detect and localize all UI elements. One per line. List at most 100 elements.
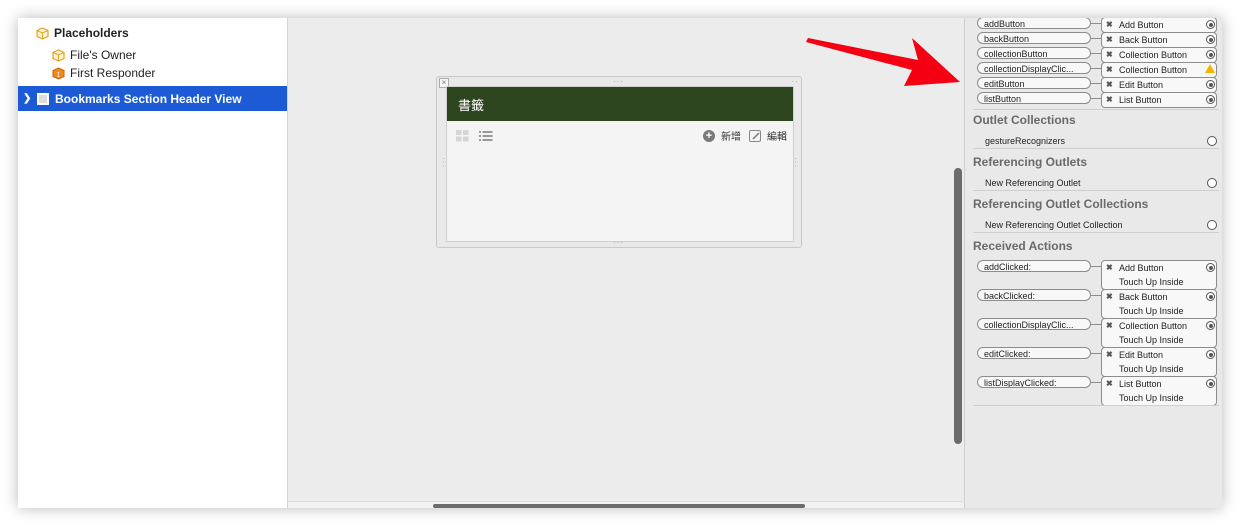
event-label: Touch Up Inside [1119,306,1184,316]
disconnect-icon[interactable]: ✖ [1106,261,1113,275]
action-target[interactable]: ✖ Add Button Touch Up Inside [1101,260,1217,290]
bookmarks-section-header-view[interactable]: 書籤 + 新增 編輯 [446,86,794,242]
first-responder-icon: 1 [52,66,65,80]
connected-circle-icon[interactable] [1206,50,1215,59]
list-icon[interactable] [479,129,493,147]
disconnect-icon[interactable]: ✖ [1106,48,1113,62]
warning-icon[interactable] [1205,64,1215,73]
target-label: Edit Button [1119,350,1164,360]
section-title-outlet-collections: Outlet Collections [973,113,1076,127]
referencing-outlet-row[interactable]: New Referencing Outlet [973,175,1219,191]
action-name[interactable]: backClicked: [977,289,1091,301]
view-frame[interactable]: × ··· ··· ··· ··· ·· 書籤 + 新增 編輯 [436,76,802,248]
target-label: Collection Button [1119,321,1188,331]
action-name[interactable]: collectionDisplayClic... [977,318,1091,330]
connected-circle-icon[interactable] [1206,379,1215,388]
connected-circle-icon[interactable] [1206,292,1215,301]
resize-handle-top[interactable]: ··· [613,77,624,86]
edit-icon[interactable] [749,129,761,142]
action-name[interactable]: editClicked: [977,347,1091,359]
connected-circle-icon[interactable] [1206,35,1215,44]
connection-line [1091,295,1101,296]
files-owner-cube-icon [52,48,65,62]
disconnect-icon[interactable]: ✖ [1106,78,1113,92]
connected-circle-icon[interactable] [1206,350,1215,359]
event-label: Touch Up Inside [1119,335,1184,345]
outlet-name[interactable]: addButton [977,18,1091,29]
row-label: New Referencing Outlet [985,178,1081,188]
connected-circle-icon[interactable] [1206,95,1215,104]
outlet-target[interactable]: ✖ Add Button [1101,18,1217,33]
row-label: gestureRecognizers [985,136,1066,146]
action-name[interactable]: listDisplayClicked: [977,376,1091,388]
connection-line [1091,353,1101,354]
disconnect-icon[interactable]: ✖ [1106,63,1113,77]
outline-group-label: Placeholders [54,26,129,40]
red-arrow-icon [806,38,960,86]
action-name[interactable]: addClicked: [977,260,1091,272]
disconnect-icon[interactable]: ✖ [1106,18,1113,32]
disconnect-icon[interactable]: ✖ [1106,348,1113,362]
outlet-name[interactable]: editButton [977,77,1091,89]
add-circle-icon[interactable]: + [703,129,715,142]
view-icon [37,92,49,105]
connected-circle-icon[interactable] [1206,263,1215,272]
referencing-outlet-collection-row[interactable]: New Referencing Outlet Collection [973,217,1219,233]
disconnect-icon[interactable]: ✖ [1106,290,1113,304]
header-bar: 書籤 [447,87,793,121]
disconnect-icon[interactable]: ✖ [1106,93,1113,107]
outline-group-placeholders[interactable]: Placeholders [36,22,287,44]
svg-text:1: 1 [57,72,61,79]
connected-circle-icon[interactable] [1206,80,1215,89]
outlet-name[interactable]: collectionButton [977,47,1091,59]
connection-line [1091,83,1101,84]
interface-builder-canvas[interactable]: × ··· ··· ··· ··· ·· 書籤 + 新增 編輯 [288,18,963,508]
outlet-name[interactable]: listButton [977,92,1091,104]
section-title-referencing-outlet-collections: Referencing Outlet Collections [973,197,1149,211]
grid-icon[interactable] [456,129,469,147]
divider [973,109,1219,110]
outline-item-first-responder[interactable]: 1 First Responder [52,62,287,84]
outlet-target[interactable]: ✖ Collection Button [1101,47,1217,63]
edit-button[interactable]: 編輯 [767,128,787,143]
outlet-name[interactable]: backButton [977,32,1091,44]
disconnect-icon[interactable]: ✖ [1106,33,1113,47]
action-target[interactable]: ✖ Edit Button Touch Up Inside [1101,347,1217,377]
xcode-window: Placeholders File's Owner 1 First Respon… [18,18,1222,508]
horizontal-scrollbar[interactable] [288,501,963,508]
action-target[interactable]: ✖ Collection Button Touch Up Inside [1101,318,1217,348]
empty-circle-icon[interactable] [1207,220,1217,230]
resize-handle-corner[interactable]: ·· [792,77,799,86]
connection-line [1091,98,1101,99]
outlet-target[interactable]: ✖ Collection Button [1101,62,1217,78]
outlet-target[interactable]: ✖ List Button [1101,92,1217,108]
empty-circle-icon[interactable] [1207,136,1217,146]
placeholder-cube-icon [36,26,49,40]
connected-circle-icon[interactable] [1206,321,1215,330]
outline-item-label: First Responder [70,66,156,80]
event-label: Touch Up Inside [1119,393,1184,403]
vertical-scroll-thumb[interactable] [954,168,962,444]
section-title-referencing-outlets: Referencing Outlets [973,155,1088,169]
event-label: Touch Up Inside [1119,364,1184,374]
outlet-target[interactable]: ✖ Edit Button [1101,77,1217,93]
connected-circle-icon[interactable] [1206,20,1215,29]
outline-item-bookmarks-section-header-view[interactable]: ❯ Bookmarks Section Header View [18,86,287,111]
connection-line [1091,382,1101,383]
header-title: 書籤 [458,97,485,113]
disconnect-icon[interactable]: ✖ [1106,319,1113,333]
add-button[interactable]: 新增 [721,128,741,143]
divider [973,405,1219,406]
connection-line [1091,324,1101,325]
action-target[interactable]: ✖ List Button Touch Up Inside [1101,376,1217,406]
outlet-name[interactable]: collectionDisplayClic... [977,62,1091,74]
outlet-target[interactable]: ✖ Back Button [1101,32,1217,48]
empty-circle-icon[interactable] [1207,178,1217,188]
chevron-right-icon[interactable]: ❯ [23,93,33,104]
connection-line [1091,38,1101,39]
action-target[interactable]: ✖ Back Button Touch Up Inside [1101,289,1217,319]
horizontal-scroll-thumb[interactable] [433,504,805,508]
target-label: List Button [1119,95,1162,105]
disconnect-icon[interactable]: ✖ [1106,377,1113,391]
outlet-collection-row[interactable]: gestureRecognizers [973,133,1219,149]
